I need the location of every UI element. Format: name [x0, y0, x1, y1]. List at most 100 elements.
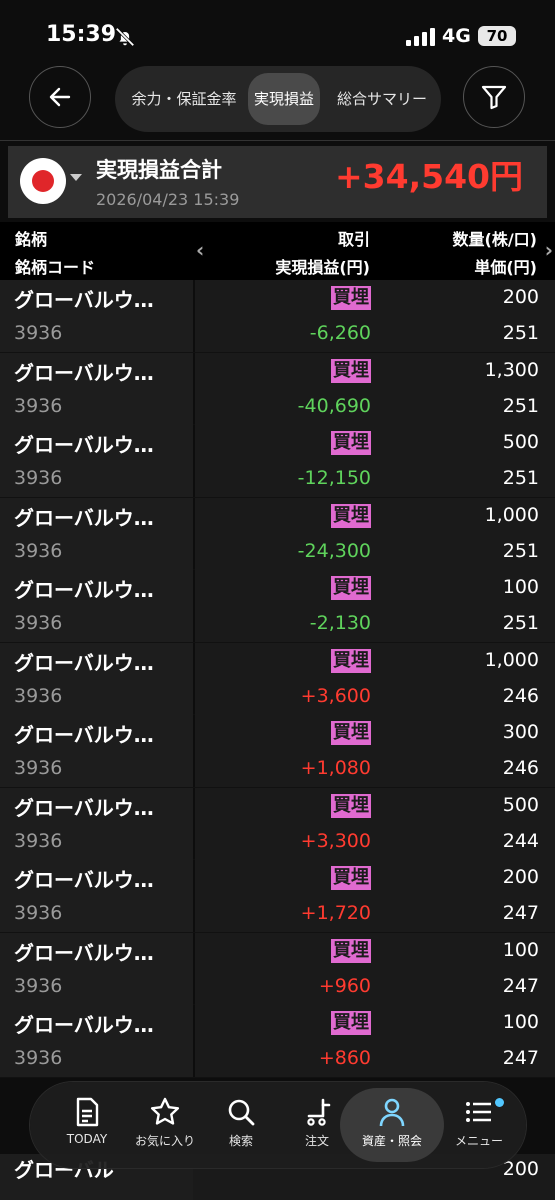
table-row[interactable]: グローバルウ… 3936 買埋 -12,150 500 251 — [0, 425, 555, 498]
battery-icon: 70 — [478, 26, 516, 46]
trade-type-badge: 買埋 — [331, 938, 371, 963]
realized-pl: -6,260 — [309, 322, 371, 344]
trade-type-badge: 買埋 — [331, 648, 371, 673]
nav-favorites[interactable]: お気に入り — [126, 1088, 204, 1162]
tab-margin[interactable]: 余力・保証金率 — [123, 79, 245, 119]
stock-code: 3936 — [14, 394, 63, 417]
stock-cell: グローバルウ… 3936 — [0, 352, 193, 425]
stock-code: 3936 — [14, 829, 63, 852]
table-row[interactable]: グローバルウ… 3936 買埋 -2,130 100 251 — [0, 570, 555, 643]
unit-price: 246 — [502, 684, 539, 707]
trade-cell: 買埋 +1,720 — [195, 860, 381, 932]
trade-type-badge: 買埋 — [331, 503, 371, 528]
stock-cell: グローバルウ… 3936 — [0, 860, 193, 932]
stock-name: グローバルウ… — [14, 868, 154, 892]
quantity-cell: 500 244 — [381, 787, 555, 860]
stock-code: 3936 — [14, 467, 63, 489]
trade-type-badge: 買埋 — [331, 358, 371, 383]
realized-pl: -2,130 — [309, 612, 371, 634]
realized-pl: +860 — [318, 1047, 371, 1069]
realized-pl: +3,300 — [300, 829, 371, 852]
stock-cell: グローバルウ… 3936 — [0, 570, 193, 642]
nav-menu[interactable]: メニュー — [440, 1088, 518, 1162]
header-stock: 銘柄 — [15, 230, 48, 249]
stock-name: グローバルウ… — [14, 650, 154, 675]
stock-name: グローバルウ… — [14, 288, 154, 312]
tab-realized-pl[interactable]: 実現損益 — [248, 73, 320, 125]
quantity: 200 — [502, 866, 539, 888]
quantity: 100 — [502, 938, 539, 961]
chevron-right-icon[interactable]: › — [545, 238, 553, 262]
search-icon — [228, 1099, 255, 1126]
star-icon — [150, 1097, 180, 1125]
japan-flag-icon[interactable] — [20, 158, 66, 204]
realized-pl: -24,300 — [297, 539, 371, 562]
table-row[interactable]: グローバルウ… 3936 買埋 -6,260 200 251 — [0, 280, 555, 353]
realized-pl: +1,080 — [300, 757, 371, 779]
trade-type-badge: 買埋 — [331, 576, 371, 600]
header-realized-pl: 実現損益(円) — [275, 258, 370, 277]
summary-date: 2026/04/23 15:39 — [96, 190, 240, 209]
filter-button[interactable] — [463, 66, 525, 128]
chevron-down-icon[interactable] — [70, 174, 82, 181]
stock-code: 3936 — [14, 539, 63, 562]
back-button[interactable] — [29, 66, 91, 128]
table-row[interactable]: グローバルウ… 3936 買埋 -24,300 1,000 251 — [0, 497, 555, 570]
realized-pl: +960 — [318, 974, 371, 997]
unit-price: 247 — [502, 902, 539, 924]
divider — [0, 140, 555, 141]
unit-price: 247 — [502, 974, 539, 997]
stock-code: 3936 — [14, 612, 63, 634]
header-price: 単価(円) — [474, 258, 537, 277]
quantity: 500 — [502, 431, 539, 453]
stock-cell: グローバルウ… 3936 — [0, 280, 193, 352]
trade-cell: 買埋 +960 — [195, 932, 381, 1005]
unit-price: 251 — [502, 467, 539, 489]
stock-code: 3936 — [14, 322, 63, 344]
stock-code: 3936 — [14, 1047, 63, 1069]
quantity: 300 — [502, 721, 539, 743]
stock-cell: グローバルウ… 3936 — [0, 497, 193, 570]
unit-price: 244 — [502, 829, 539, 852]
nav-today[interactable]: TODAY — [48, 1088, 126, 1162]
table-row[interactable]: グローバルウ… 3936 買埋 +3,600 1,000 246 — [0, 642, 555, 715]
stock-code: 3936 — [14, 684, 63, 707]
stock-name: グローバルウ… — [14, 1013, 154, 1037]
trade-type-badge: 買埋 — [331, 721, 371, 745]
stock-name: グローバルウ… — [14, 360, 154, 385]
table-row[interactable]: グローバルウ… 3936 買埋 +860 100 247 — [0, 1005, 555, 1078]
bell-muted-icon — [115, 27, 135, 47]
table-row[interactable]: グローバルウ… 3936 買埋 +960 100 247 — [0, 932, 555, 1005]
trade-cell: 買埋 +860 — [195, 1005, 381, 1077]
quantity-cell: 1,300 251 — [381, 352, 555, 425]
arrow-left-icon — [49, 87, 71, 107]
trade-type-badge: 買埋 — [331, 793, 371, 818]
header-trade: 取引 — [337, 230, 370, 249]
document-icon — [76, 1097, 99, 1127]
table-row[interactable]: グローバルウ… 3936 買埋 -40,690 1,300 251 — [0, 352, 555, 425]
table-row[interactable]: グローバルウ… 3936 買埋 +1,720 200 247 — [0, 860, 555, 933]
summary-total: +34,540円 — [335, 157, 523, 196]
trade-cell: 買埋 +3,300 — [195, 787, 381, 860]
quantity-cell: 100 247 — [381, 1005, 555, 1077]
tab-summary[interactable]: 総合サマリー — [327, 79, 437, 119]
unit-price: 247 — [502, 1047, 539, 1069]
tab-bar: 余力・保証金率 実現損益 総合サマリー — [115, 66, 441, 132]
stock-code: 3936 — [14, 974, 63, 997]
stock-cell: グローバルウ… 3936 — [0, 425, 193, 497]
chevron-left-icon[interactable]: ‹ — [196, 238, 204, 262]
nav-assets[interactable]: 資産・照会 — [340, 1088, 444, 1162]
realized-pl: -12,150 — [297, 467, 371, 489]
unit-price: 251 — [502, 394, 539, 417]
table-row[interactable]: グローバルウ… 3936 買埋 +3,300 500 244 — [0, 787, 555, 860]
header-quantity: 数量(株/口) — [452, 230, 537, 249]
top-nav: 余力・保証金率 実現損益 総合サマリー — [0, 62, 555, 140]
filter-icon — [481, 85, 507, 110]
summary-title: 実現損益合計 — [96, 158, 222, 182]
unit-price: 251 — [502, 539, 539, 562]
nav-search[interactable]: 検索 — [202, 1088, 280, 1162]
table-row[interactable]: グローバルウ… 3936 買埋 +1,080 300 246 — [0, 715, 555, 788]
stock-name: グローバルウ… — [14, 795, 154, 820]
signal-icon — [406, 28, 435, 46]
trade-cell: 買埋 +1,080 — [195, 715, 381, 787]
